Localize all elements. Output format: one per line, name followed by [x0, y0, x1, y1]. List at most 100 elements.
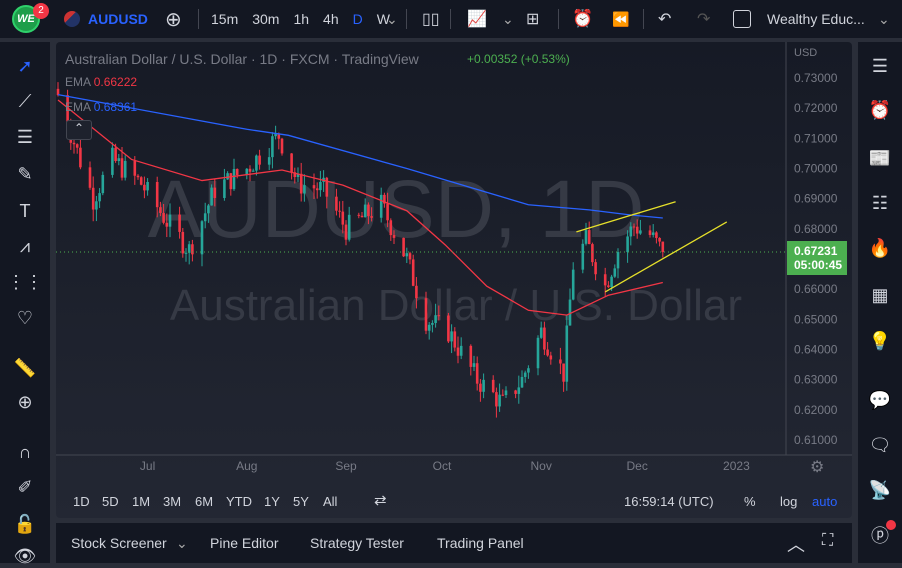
log-toggle[interactable]: log: [780, 494, 797, 509]
messages-icon[interactable]: 🗨: [867, 432, 893, 458]
candle-body: [389, 220, 393, 236]
collapse-panel-icon[interactable]: ︿: [787, 531, 805, 557]
interval-15m[interactable]: 15m: [211, 11, 238, 27]
indicators-chevron-icon[interactable]: ⌄: [502, 0, 514, 38]
candle-body: [229, 173, 233, 190]
interval-D[interactable]: D: [353, 11, 363, 27]
layout-name[interactable]: Wealthy Educ...: [767, 0, 865, 38]
ruler-icon[interactable]: 📏: [13, 356, 37, 380]
ema-fast-legend[interactable]: EMA 0.66222: [65, 75, 137, 89]
candle-body: [501, 394, 505, 396]
candle-body: [648, 230, 652, 235]
news-icon[interactable]: 📰: [867, 145, 893, 171]
range-5Y[interactable]: 5Y: [293, 494, 309, 509]
interval-1h[interactable]: 1h: [293, 11, 309, 27]
range-1D[interactable]: 1D: [73, 494, 90, 509]
prediction-icon[interactable]: ⋮⋮: [7, 270, 43, 294]
stay-drawing-icon[interactable]: ✐: [13, 475, 37, 499]
price-tick: 0.69000: [794, 192, 838, 206]
candle-body: [431, 322, 434, 325]
range-5D[interactable]: 5D: [102, 494, 119, 509]
templates-icon[interactable]: ⊞: [526, 0, 539, 38]
pattern-icon[interactable]: ⩘: [13, 234, 37, 258]
candle-body: [639, 230, 642, 234]
candle-body: [187, 244, 191, 253]
hotlist-icon[interactable]: 🔥: [867, 235, 893, 261]
chat-icon[interactable]: 💬: [867, 387, 893, 413]
eye-icon[interactable]: 👁: [13, 544, 37, 568]
price-tick: 0.62000: [794, 403, 838, 417]
replay-icon[interactable]: ⏪: [612, 0, 629, 38]
range-YTD[interactable]: YTD: [226, 494, 252, 509]
lock-icon[interactable]: 🔓: [13, 512, 37, 536]
candle-body: [475, 363, 479, 384]
candle-body: [319, 181, 322, 191]
layout-chevron-icon[interactable]: ⌄: [878, 0, 890, 38]
fib-icon[interactable]: ☰: [13, 125, 37, 149]
chart-pane[interactable]: AUDUSD, 1D Australian Dollar / U.S. Doll…: [56, 42, 852, 518]
compare-add-icon[interactable]: ⊕: [165, 0, 182, 38]
interval-chevron-icon[interactable]: ⌄: [386, 0, 398, 38]
tab-strategy-tester[interactable]: Strategy Tester: [310, 535, 404, 551]
alert-icon[interactable]: ⏰: [572, 0, 593, 38]
candle-body: [258, 155, 261, 165]
symbol-search[interactable]: AUDUSD: [64, 0, 148, 38]
range-All[interactable]: All: [323, 494, 337, 509]
tab-stock-screener[interactable]: Stock Screener: [71, 535, 167, 551]
cursor-icon[interactable]: ➚: [13, 54, 37, 78]
logo-avatar[interactable]: WE 2: [12, 0, 49, 38]
range-3M[interactable]: 3M: [163, 494, 181, 509]
range-1Y[interactable]: 1Y: [264, 494, 280, 509]
candles-icon[interactable]: ▯▯: [422, 0, 440, 38]
indicators-icon[interactable]: 📈: [467, 0, 487, 38]
range-1M[interactable]: 1M: [132, 494, 150, 509]
candle-body: [479, 383, 482, 392]
candle-body: [95, 201, 98, 210]
redo-icon[interactable]: ↷: [697, 0, 710, 38]
candle-body: [661, 241, 665, 253]
magnet-icon[interactable]: ∩: [13, 440, 37, 464]
streams-icon[interactable]: 📡: [867, 477, 893, 503]
date-range-icon[interactable]: ⇄: [374, 491, 387, 509]
top-toolbar: WE 2 AUDUSD ⊕ 15m 30m 1h 4h D W ⌄ ▯▯ 📈 ⌄ ⊞ ⏰ …: [0, 0, 902, 38]
fullscreen-checkbox-icon[interactable]: [733, 0, 751, 38]
settings-gear-icon[interactable]: ⚙: [810, 457, 824, 477]
candle-body: [379, 194, 383, 218]
ema-slow-legend[interactable]: EMA 0.68361: [65, 100, 137, 114]
maximize-panel-icon[interactable]: ⛶: [822, 532, 833, 550]
range-6M[interactable]: 6M: [195, 494, 213, 509]
auto-toggle[interactable]: auto: [812, 494, 837, 509]
ideas-icon[interactable]: 💡: [867, 328, 893, 354]
brush-icon[interactable]: ✎: [13, 162, 37, 186]
collapse-legend-button[interactable]: ⌃: [66, 120, 92, 140]
candle-body: [133, 160, 137, 176]
percent-toggle[interactable]: %: [744, 494, 756, 509]
calendar-icon[interactable]: ▦: [867, 282, 893, 308]
price-tick: 0.65000: [794, 312, 838, 326]
interval-30m[interactable]: 30m: [252, 11, 279, 27]
candle-body: [344, 224, 348, 240]
candle-body: [594, 262, 597, 275]
zoom-icon[interactable]: ⊕: [13, 390, 37, 414]
watchlist-icon[interactable]: ☰: [867, 53, 893, 79]
currency-select[interactable]: USD: [794, 47, 817, 59]
candle-body: [303, 185, 306, 194]
text-icon[interactable]: T: [13, 199, 37, 223]
candle-body: [546, 349, 549, 356]
candle-body: [335, 196, 338, 211]
candle-body: [91, 187, 95, 210]
candle-body: [101, 174, 105, 194]
tab-trading-panel[interactable]: Trading Panel: [437, 535, 524, 551]
heart-icon[interactable]: ♡: [13, 306, 37, 330]
trend-line-icon[interactable]: ⟋: [13, 89, 37, 113]
add-list-icon[interactable]: ☷: [867, 190, 893, 216]
candle-body: [408, 253, 412, 260]
stock-screener-chevron-icon[interactable]: ⌄: [176, 535, 188, 552]
undo-icon[interactable]: ↶: [658, 0, 671, 38]
alerts-icon[interactable]: ⏰: [867, 97, 893, 123]
tab-pine-editor[interactable]: Pine Editor: [210, 535, 278, 551]
candle-body: [543, 327, 546, 350]
candle-body: [232, 168, 236, 190]
interval-4h[interactable]: 4h: [323, 11, 339, 27]
clock-timezone[interactable]: 16:59:14 (UTC): [624, 494, 714, 509]
